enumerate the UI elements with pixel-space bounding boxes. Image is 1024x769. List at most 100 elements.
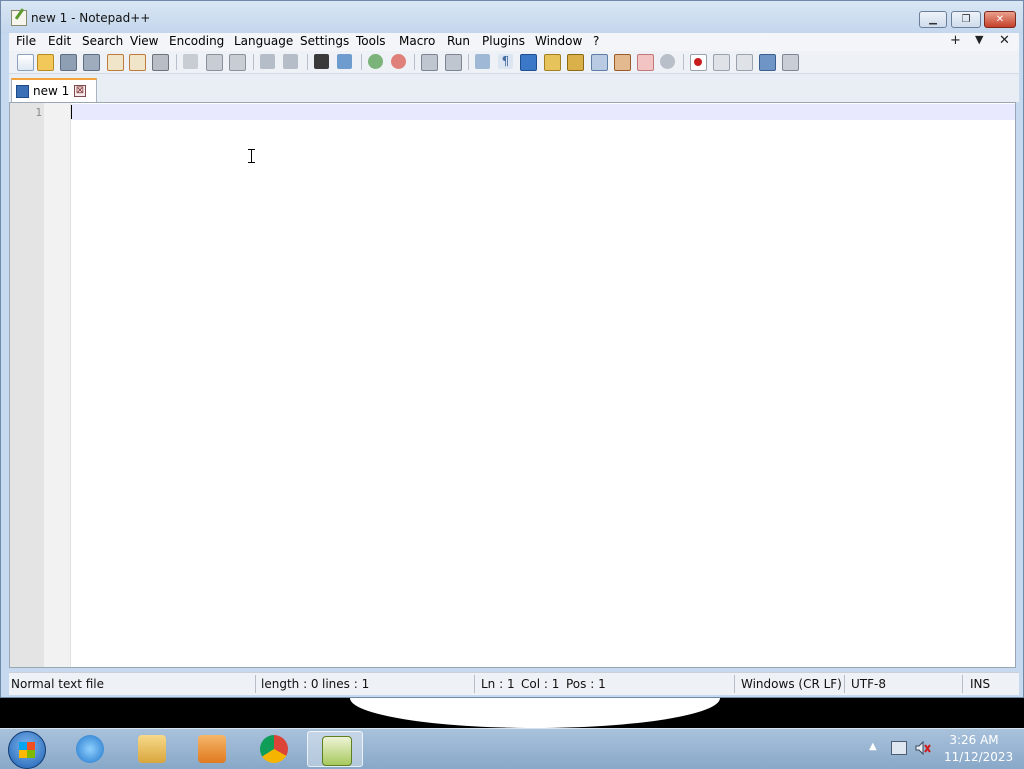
new-tab-plus-icon[interactable]: +	[950, 33, 961, 48]
run-macro-multiple-icon[interactable]	[759, 54, 776, 71]
wallpaper-shape	[350, 698, 720, 728]
menu-encoding[interactable]: Encoding	[169, 34, 224, 48]
toolbar-separator	[468, 54, 469, 70]
copy-icon[interactable]	[206, 54, 223, 71]
doc-map-icon[interactable]	[544, 54, 561, 71]
status-length: length : 0	[261, 677, 319, 691]
toolbar-separator	[253, 54, 254, 70]
notepadpp-app-icon[interactable]	[11, 10, 27, 26]
line-number-gutter: 1	[10, 103, 44, 667]
status-eol-format[interactable]: Windows (CR LF)	[741, 677, 842, 691]
play-macro-icon[interactable]	[736, 54, 753, 71]
notepadpp-taskbar-icon	[322, 736, 352, 766]
show-all-chars-icon[interactable]: ¶	[498, 54, 513, 69]
status-encoding[interactable]: UTF-8	[851, 677, 886, 691]
menu-plugins[interactable]: Plugins	[482, 34, 525, 48]
menu-tools[interactable]: Tools	[356, 34, 386, 48]
text-caret	[71, 105, 72, 119]
status-separator	[474, 675, 475, 693]
record-macro-icon[interactable]	[690, 54, 707, 71]
word-wrap-icon[interactable]	[475, 54, 490, 69]
media-player-icon	[198, 735, 226, 763]
stop-record-icon[interactable]	[713, 54, 730, 71]
clock-date[interactable]: 11/12/2023	[944, 750, 1013, 764]
taskbar-file-explorer[interactable]	[124, 731, 180, 767]
zoom-out-icon[interactable]	[391, 54, 406, 69]
taskbar-media-player[interactable]	[184, 731, 240, 767]
tab-new-1[interactable]: new 1 ⊠	[11, 78, 97, 102]
toolbar-separator	[414, 54, 415, 70]
tab-label: new 1	[33, 84, 70, 98]
taskbar-chrome[interactable]	[246, 731, 302, 767]
menu-run[interactable]: Run	[447, 34, 470, 48]
network-icon[interactable]	[891, 741, 907, 755]
status-separator	[844, 675, 845, 693]
bookmark-icon[interactable]	[637, 54, 654, 71]
toolbar-separator	[176, 54, 177, 70]
menu-edit[interactable]: Edit	[48, 34, 71, 48]
status-insert-mode[interactable]: INS	[970, 677, 990, 691]
close-icon[interactable]	[107, 54, 124, 71]
maximize-button[interactable]: ❐	[951, 11, 981, 28]
paste-icon[interactable]	[229, 54, 246, 71]
disc-icon[interactable]	[660, 54, 675, 69]
redo-icon[interactable]	[283, 54, 298, 69]
menu-window[interactable]: Window	[535, 34, 582, 48]
print-icon[interactable]	[152, 54, 169, 71]
function-list-icon[interactable]	[567, 54, 584, 71]
editor-area[interactable]: 1	[9, 102, 1016, 668]
folder-workspace-icon[interactable]	[591, 54, 608, 71]
status-position: Pos : 1	[566, 677, 606, 691]
title-bar[interactable]: new 1 - Notepad++ ▁ ❐ ✕	[1, 1, 1023, 34]
save-icon[interactable]	[60, 54, 77, 71]
menu-language[interactable]: Language	[234, 34, 293, 48]
show-hidden-icons-icon[interactable]: ▲	[869, 741, 885, 755]
cut-icon[interactable]	[183, 54, 198, 69]
toolbar: ¶	[9, 51, 1019, 74]
menu-bar: File Edit Search View Encoding Language …	[9, 33, 1019, 51]
sync-horizontal-icon[interactable]	[445, 54, 462, 71]
status-file-type: Normal text file	[11, 677, 105, 691]
status-separator	[255, 675, 256, 693]
save-macro-icon[interactable]	[782, 54, 799, 71]
minimize-button[interactable]: ▁	[919, 11, 947, 28]
volume-muted-icon[interactable]	[915, 740, 931, 756]
monitoring-icon[interactable]	[614, 54, 631, 71]
taskbar: ▲ 3:26 AM 11/12/2023	[0, 728, 1024, 769]
menu-settings[interactable]: Settings	[300, 34, 349, 48]
close-window-button[interactable]: ✕	[984, 11, 1016, 28]
clock-time[interactable]: 3:26 AM	[944, 733, 1004, 747]
menu-file[interactable]: File	[16, 34, 36, 48]
current-line-highlight	[71, 104, 1015, 120]
undo-icon[interactable]	[260, 54, 275, 69]
open-file-icon[interactable]	[37, 54, 54, 71]
tab-list-dropdown-icon[interactable]: ▼	[975, 33, 983, 46]
zoom-in-icon[interactable]	[368, 54, 383, 69]
menu-search[interactable]: Search	[82, 34, 123, 48]
menu-macro[interactable]: Macro	[399, 34, 435, 48]
line-number: 1	[35, 106, 42, 119]
menu-view[interactable]: View	[130, 34, 158, 48]
taskbar-internet-explorer[interactable]	[62, 731, 118, 767]
close-tab-icon[interactable]: ✕	[999, 33, 1010, 48]
tab-close-icon[interactable]: ⊠	[74, 85, 86, 97]
tab-bar: new 1 ⊠	[9, 74, 1019, 102]
status-lines: lines : 1	[322, 677, 370, 691]
new-file-icon[interactable]	[17, 54, 34, 71]
sync-vertical-icon[interactable]	[421, 54, 438, 71]
status-line: Ln : 1	[481, 677, 515, 691]
save-all-icon[interactable]	[83, 54, 100, 71]
close-all-icon[interactable]	[129, 54, 146, 71]
status-separator	[962, 675, 963, 693]
indent-guide-icon[interactable]	[520, 54, 537, 71]
fold-margin	[44, 103, 71, 667]
replace-icon[interactable]	[337, 54, 352, 69]
find-icon[interactable]	[314, 54, 329, 69]
notepadpp-window: new 1 - Notepad++ ▁ ❐ ✕ File Edit Search…	[0, 0, 1024, 698]
status-bar: Normal text file length : 0 lines : 1 Ln…	[9, 672, 1019, 695]
taskbar-notepad-plus-plus[interactable]	[307, 731, 363, 767]
menu-help[interactable]: ?	[593, 34, 599, 48]
start-button[interactable]	[8, 731, 46, 769]
ibeam-cursor-icon	[248, 149, 255, 163]
internet-explorer-icon	[76, 735, 104, 763]
